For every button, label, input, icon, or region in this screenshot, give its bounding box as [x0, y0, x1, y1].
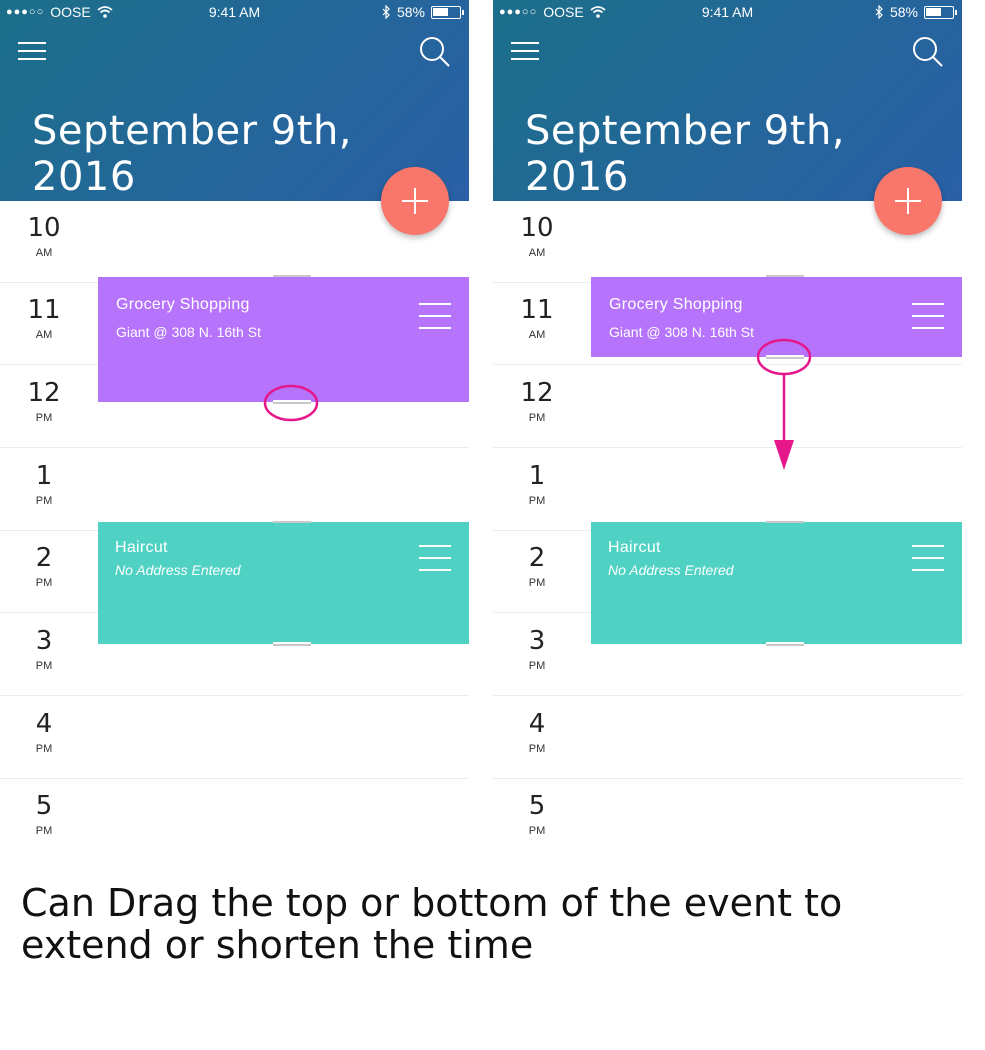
hour-label: 10 [27, 213, 61, 243]
event-title: Grocery Shopping [116, 296, 250, 313]
search-icon[interactable] [419, 36, 451, 68]
ampm-label: PM [35, 495, 53, 507]
event-resize-handle-bottom[interactable] [273, 400, 311, 405]
bluetooth-icon [875, 5, 883, 19]
hour-label: 10 [520, 213, 554, 243]
hour-label: 11 [27, 295, 61, 325]
hour-label: 4 [528, 709, 546, 739]
battery-percent: 58% [396, 4, 425, 20]
ampm-label: PM [35, 825, 53, 837]
plus-icon [402, 188, 428, 214]
status-bar: ●●●○○ OOSE 9:41 AM 58% [0, 0, 469, 26]
drag-reorder-icon[interactable] [419, 545, 451, 571]
ampm-label: PM [35, 660, 53, 672]
status-bar: ●●●○○ OOSE 9:41 AM 58% [493, 0, 962, 26]
hour-row: 1 PM [493, 449, 962, 531]
event-location: No Address Entered [608, 562, 734, 578]
event-title: Haircut [115, 539, 168, 556]
event-location: Giant @ 308 N. 16th St [116, 324, 261, 340]
event-title: Haircut [608, 539, 661, 556]
add-event-button[interactable] [381, 167, 449, 235]
ampm-label: PM [528, 660, 546, 672]
event-card-grocery[interactable]: Grocery Shopping Giant @ 308 N. 16th St [591, 277, 962, 357]
ampm-label: AM [528, 247, 546, 259]
hour-row: 1 PM [0, 449, 469, 531]
ampm-label: AM [35, 247, 53, 259]
event-resize-handle-top[interactable] [766, 273, 804, 278]
battery-percent: 58% [889, 4, 918, 20]
event-location: Giant @ 308 N. 16th St [609, 324, 754, 340]
hamburger-menu-icon[interactable] [511, 40, 539, 62]
search-icon[interactable] [912, 36, 944, 68]
battery-icon [431, 5, 464, 19]
hour-row: 5 PM [0, 779, 469, 860]
hour-row: 12 PM [493, 366, 962, 448]
hour-label: 12 [27, 378, 61, 408]
hour-label: 3 [528, 626, 546, 656]
ampm-label: AM [528, 329, 546, 341]
event-title: Grocery Shopping [609, 296, 743, 313]
hour-row: 5 PM [493, 779, 962, 860]
event-location: No Address Entered [115, 562, 241, 578]
hour-label: 4 [35, 709, 53, 739]
hour-row: 4 PM [493, 697, 962, 779]
event-resize-handle-top[interactable] [766, 519, 804, 524]
phone-screen-after: ●●●○○ OOSE 9:41 AM 58% September 9th, 20… [493, 0, 962, 860]
ampm-label: PM [528, 743, 546, 755]
hour-label: 5 [35, 791, 53, 821]
plus-icon [895, 188, 921, 214]
hour-label: 2 [35, 543, 53, 573]
instruction-caption: Can Drag the top or bottom of the event … [21, 881, 843, 967]
hour-label: 12 [520, 378, 554, 408]
event-resize-handle-top[interactable] [273, 519, 311, 524]
event-resize-handle-bottom[interactable] [766, 355, 804, 360]
hour-label: 2 [528, 543, 546, 573]
hamburger-menu-icon[interactable] [18, 40, 46, 62]
ampm-label: PM [35, 577, 53, 589]
event-card-haircut[interactable]: Haircut No Address Entered [591, 522, 962, 644]
hour-label: 1 [528, 461, 546, 491]
drag-reorder-icon[interactable] [912, 545, 944, 571]
phone-screen-before: ●●●○○ OOSE 9:41 AM 58% September 9th, 20… [0, 0, 469, 860]
ampm-label: AM [35, 329, 53, 341]
add-event-button[interactable] [874, 167, 942, 235]
ampm-label: PM [528, 825, 546, 837]
bluetooth-icon [382, 5, 390, 19]
drag-reorder-icon[interactable] [912, 303, 944, 329]
event-card-haircut[interactable]: Haircut No Address Entered [98, 522, 469, 644]
drag-reorder-icon[interactable] [419, 303, 451, 329]
ampm-label: PM [35, 743, 53, 755]
battery-icon [924, 5, 957, 19]
hour-label: 1 [35, 461, 53, 491]
ampm-label: PM [528, 412, 546, 424]
hour-label: 5 [528, 791, 546, 821]
event-resize-handle-top[interactable] [273, 273, 311, 278]
hour-row: 4 PM [0, 697, 469, 779]
event-card-grocery[interactable]: Grocery Shopping Giant @ 308 N. 16th St [98, 277, 469, 402]
ampm-label: PM [528, 495, 546, 507]
event-resize-handle-bottom[interactable] [273, 642, 311, 647]
hour-label: 3 [35, 626, 53, 656]
hour-label: 11 [520, 295, 554, 325]
ampm-label: PM [35, 412, 53, 424]
event-resize-handle-bottom[interactable] [766, 642, 804, 647]
ampm-label: PM [528, 577, 546, 589]
